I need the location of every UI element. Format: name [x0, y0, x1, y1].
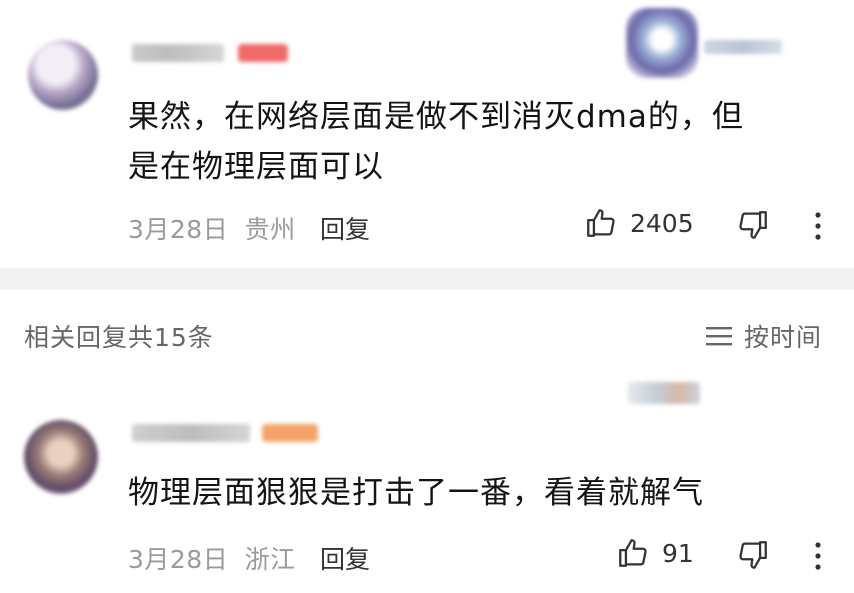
- comment-location: 浙江: [244, 545, 296, 574]
- more-options-button[interactable]: [808, 540, 828, 572]
- decoration-sticker: [626, 8, 698, 78]
- decoration-sticker: [628, 382, 700, 404]
- thumbs-down-icon: [736, 538, 770, 572]
- avatar[interactable]: [28, 40, 98, 110]
- level-badge: [238, 44, 288, 62]
- comment-text: 物理层面狠狠是打击了一番，看着就解气: [128, 475, 704, 511]
- thumbs-down-icon: [736, 208, 770, 242]
- thumbs-up-icon: [584, 206, 618, 240]
- decoration-sticker-tail: [704, 40, 782, 54]
- reply-button[interactable]: 回复: [320, 210, 370, 246]
- sort-button[interactable]: 按时间: [704, 318, 822, 354]
- like-count: 2405: [630, 208, 694, 238]
- level-badge: [262, 424, 318, 442]
- reply-button[interactable]: 回复: [320, 540, 370, 576]
- comment-text: 是在物理层面可以: [128, 149, 384, 185]
- more-options-button[interactable]: [808, 210, 828, 242]
- sort-list-icon: [704, 324, 734, 348]
- username-blurred[interactable]: [132, 424, 250, 442]
- comment-location: 贵州: [244, 215, 296, 244]
- comment-date: 3月28日: [128, 215, 229, 244]
- thumbs-up-icon: [616, 536, 650, 570]
- username-blurred[interactable]: [132, 44, 224, 62]
- section-divider: [0, 268, 854, 290]
- comment-text: 果然，在网络层面是做不到消灭dma的，但: [128, 99, 744, 135]
- more-vertical-icon: [808, 540, 828, 572]
- comment-meta: 3月28日 浙江: [128, 540, 296, 576]
- like-count: 91: [662, 538, 694, 568]
- comment-meta: 3月28日 贵州: [128, 210, 296, 246]
- dislike-button[interactable]: [736, 538, 770, 572]
- more-vertical-icon: [808, 210, 828, 242]
- comment-date: 3月28日: [128, 545, 229, 574]
- sort-label: 按时间: [744, 323, 823, 352]
- avatar[interactable]: [24, 420, 98, 494]
- dislike-button[interactable]: [736, 208, 770, 242]
- replies-count-title: 相关回复共15条: [24, 323, 214, 352]
- like-button[interactable]: 91: [616, 536, 694, 570]
- like-button[interactable]: 2405: [584, 206, 694, 240]
